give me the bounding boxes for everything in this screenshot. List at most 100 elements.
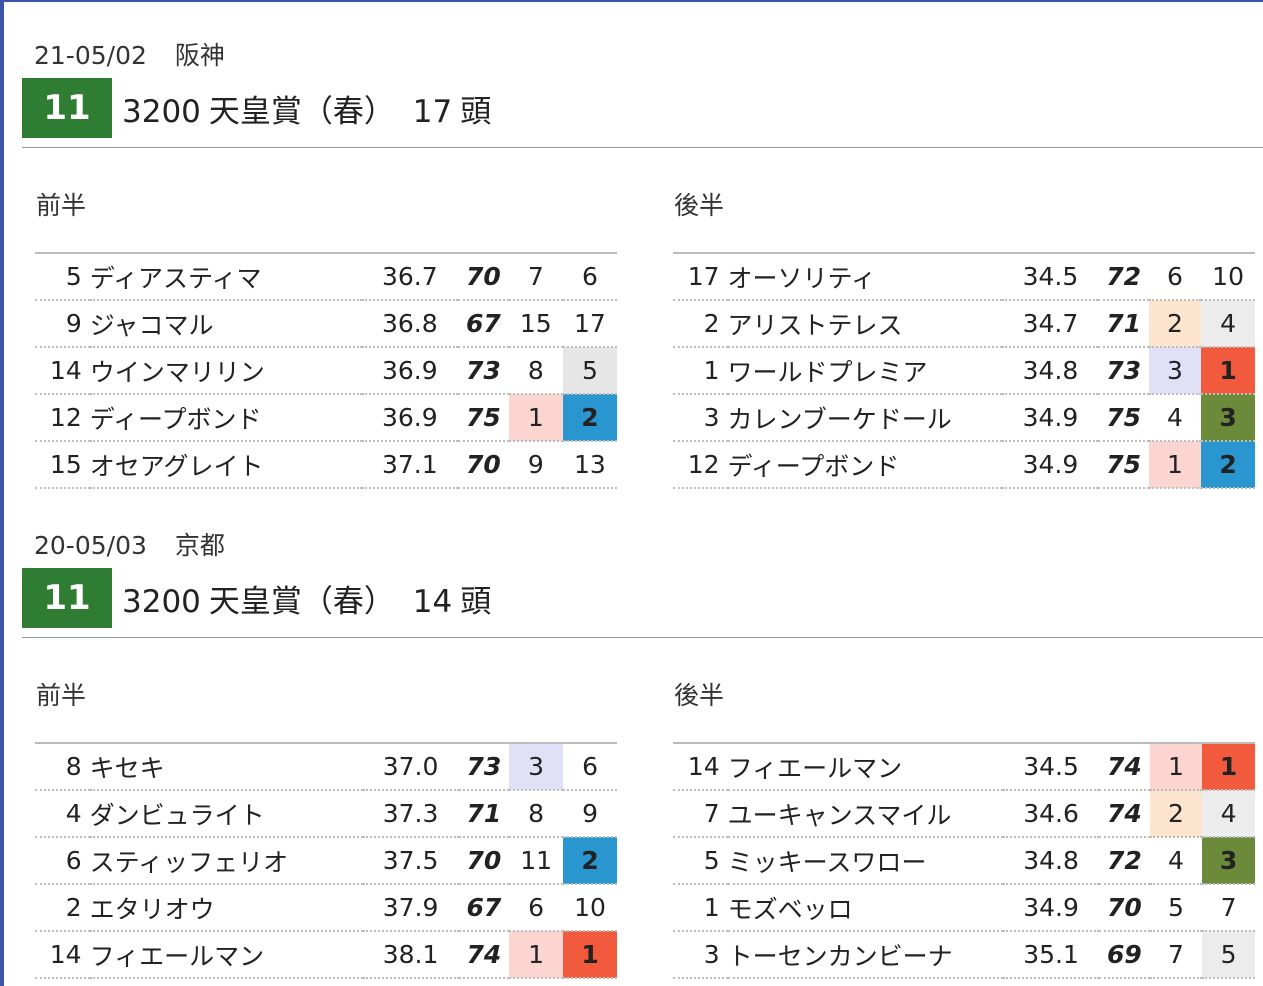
- race-divider: [22, 147, 1263, 148]
- horse-number: 14: [673, 743, 728, 791]
- horse-row[interactable]: 17 オーソリティ 34.5 72 6 10: [673, 253, 1255, 301]
- section-time: 36.7: [361, 253, 459, 301]
- horse-number: 9: [35, 300, 90, 348]
- finish-rank: 1: [1201, 347, 1255, 395]
- horse-row[interactable]: 14 ウインマリリン 36.9 73 8 5: [35, 347, 617, 395]
- speed-index: 74: [458, 931, 510, 979]
- horse-number: 14: [35, 347, 90, 395]
- section-rank: 3: [1148, 347, 1202, 395]
- finish-rank: 2: [562, 394, 617, 442]
- section-rank: 1: [509, 931, 564, 979]
- horse-row[interactable]: 14 フィエールマン 38.1 74 1 1: [35, 931, 617, 979]
- horse-name: ウインマリリン: [89, 347, 362, 395]
- horse-name: トーセンカンビーナ: [727, 931, 1003, 979]
- speed-index: 71: [458, 790, 510, 838]
- horse-number: 5: [673, 837, 728, 885]
- section-rank: 7: [1149, 931, 1203, 979]
- speed-index: 73: [458, 743, 510, 791]
- finish-rank: 10: [1201, 253, 1255, 301]
- second-half-label: 後半: [674, 681, 725, 710]
- finish-rank: 2: [563, 837, 617, 885]
- horse-row[interactable]: 3 カレンブーケドール 34.9 75 4 3: [673, 394, 1255, 442]
- horse-row[interactable]: 12 ディープボンド 36.9 75 1 2: [35, 394, 617, 442]
- horse-name: アリストテレス: [727, 300, 1003, 348]
- race-name: 天皇賞（春）: [208, 584, 395, 620]
- horse-row[interactable]: 2 エタリオウ 37.9 67 6 10: [35, 884, 617, 932]
- race-heads-unit: 頭: [460, 94, 492, 130]
- finish-rank: 1: [563, 931, 617, 979]
- speed-index: 72: [1098, 253, 1149, 301]
- horse-number: 2: [35, 884, 90, 932]
- horse-row[interactable]: 6 スティッフェリオ 37.5 70 11 2: [35, 837, 617, 885]
- section-time: 37.9: [362, 884, 459, 932]
- horse-row[interactable]: 7 ユーキャンスマイル 34.6 74 2 4: [673, 790, 1255, 838]
- section-rank: 1: [508, 394, 563, 442]
- section-rank: 4: [1148, 394, 1202, 442]
- horse-number: 12: [673, 441, 728, 489]
- finish-rank: 3: [1201, 394, 1255, 442]
- horse-row[interactable]: 1 ワールドプレミア 34.8 73 3 1: [673, 347, 1255, 395]
- horse-number: 14: [35, 931, 90, 979]
- horse-row[interactable]: 12 ディープボンド 34.9 75 1 2: [673, 441, 1255, 489]
- section-time: 37.1: [361, 441, 459, 489]
- horse-row[interactable]: 5 ミッキースワロー 34.8 72 4 3: [673, 837, 1255, 885]
- horse-row[interactable]: 1 モズベッロ 34.9 70 5 7: [673, 884, 1255, 932]
- section-time: 34.9: [1002, 441, 1099, 489]
- finish-rank: 4: [1201, 300, 1255, 348]
- section-time: 34.6: [1002, 790, 1100, 838]
- horse-name: ディープボンド: [89, 394, 362, 442]
- section-rank: 2: [1148, 300, 1202, 348]
- horse-row[interactable]: 4 ダンビュライト 37.3 71 8 9: [35, 790, 617, 838]
- section-time: 38.1: [362, 931, 459, 979]
- horse-row[interactable]: 8 キセキ 37.0 73 3 6: [35, 743, 617, 791]
- horse-name: エタリオウ: [89, 884, 363, 932]
- first-half-table: 8 キセキ 37.0 73 3 6 4 ダンビュライト 37.3 71 8 9 6 スティッフェリオ 37.…: [35, 742, 617, 979]
- race-name: 天皇賞（春）: [208, 94, 395, 130]
- race-date: 20-05/03: [34, 531, 147, 560]
- section-time: 34.5: [1002, 743, 1100, 791]
- finish-rank: 1: [1202, 743, 1255, 791]
- horse-row[interactable]: 9 ジャコマル 36.8 67 15 17: [35, 300, 617, 348]
- horse-name: オーソリティ: [727, 253, 1003, 301]
- speed-index: 74: [1099, 743, 1150, 791]
- second-half-table: 17 オーソリティ 34.5 72 6 10 2 アリストテレス 34.7 71 2 4 1 ワールドプレ…: [673, 252, 1255, 489]
- race-distance: 3200: [122, 94, 201, 130]
- finish-rank: 5: [1202, 931, 1255, 979]
- finish-rank: 2: [1201, 441, 1255, 489]
- section-rank: 1: [1148, 441, 1202, 489]
- horse-number: 1: [673, 347, 728, 395]
- horse-row[interactable]: 5 ディアスティマ 36.7 70 7 6: [35, 253, 617, 301]
- horse-number: 3: [673, 931, 728, 979]
- speed-index: 69: [1099, 931, 1150, 979]
- section-rank: 15: [508, 300, 563, 348]
- horse-number: 15: [35, 441, 90, 489]
- horse-name: ユーキャンスマイル: [727, 790, 1003, 838]
- race-heads-count: 14: [412, 584, 453, 620]
- horse-row[interactable]: 14 フィエールマン 34.5 74 1 1: [673, 743, 1255, 791]
- section-time: 34.5: [1002, 253, 1099, 301]
- horse-row[interactable]: 15 オセアグレイト 37.1 70 9 13: [35, 441, 617, 489]
- first-half-table: 5 ディアスティマ 36.7 70 7 6 9 ジャコマル 36.8 67 15 17 14 ウインマリリ…: [35, 252, 617, 489]
- horse-name: キセキ: [89, 743, 363, 791]
- finish-rank: 6: [563, 743, 617, 791]
- horse-name: ディアスティマ: [89, 253, 362, 301]
- horse-row[interactable]: 2 アリストテレス 34.7 71 2 4: [673, 300, 1255, 348]
- race-date: 21-05/02: [34, 41, 147, 70]
- race-venue: 京都: [174, 531, 225, 560]
- speed-index: 73: [458, 347, 509, 395]
- horse-row[interactable]: 3 トーセンカンビーナ 35.1 69 7 5: [673, 931, 1255, 979]
- horse-number: 12: [35, 394, 90, 442]
- horse-name: スティッフェリオ: [89, 837, 363, 885]
- section-rank: 5: [1149, 884, 1203, 932]
- speed-index: 73: [1098, 347, 1149, 395]
- horse-name: モズベッロ: [727, 884, 1003, 932]
- finish-rank: 4: [1202, 790, 1255, 838]
- finish-rank: 17: [562, 300, 617, 348]
- section-time: 34.7: [1002, 300, 1099, 348]
- first-half-label: 前半: [36, 191, 87, 220]
- second-half-label: 後半: [674, 191, 725, 220]
- finish-rank: 5: [562, 347, 617, 395]
- section-time: 35.1: [1002, 931, 1100, 979]
- finish-rank: 7: [1202, 884, 1255, 932]
- speed-index: 75: [1098, 441, 1149, 489]
